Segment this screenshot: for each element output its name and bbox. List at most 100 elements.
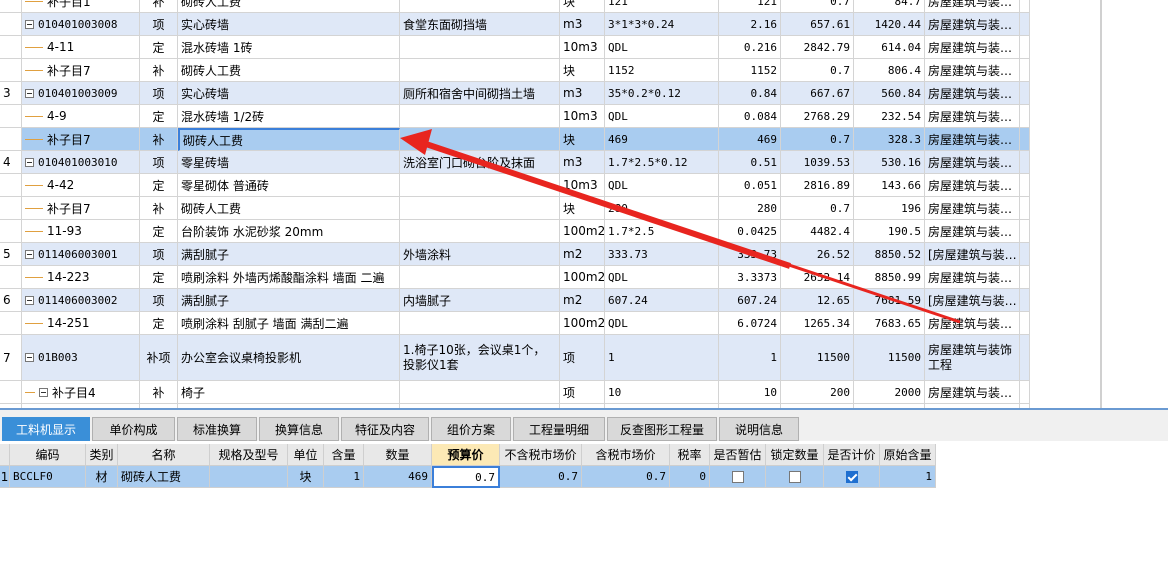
cell-spec[interactable]: 房屋建筑与装… [925, 151, 1020, 174]
cell-pad[interactable] [1020, 128, 1030, 151]
cell-qty[interactable]: 0.84 [719, 82, 781, 105]
tab-5[interactable]: 组价方案 [431, 417, 511, 441]
cell-feat[interactable] [400, 312, 560, 335]
quota-row[interactable]: 补子目7 补 砌砖人工费 块 280 280 0.7 196 房屋建筑与装… [0, 197, 1030, 220]
cell-pad[interactable] [1020, 197, 1030, 220]
bill-item-row[interactable]: 3 010401003009 项 实心砖墙 厕所和宿舍中间砌挡土墙 m3 35*0.2*0.… [0, 82, 1030, 105]
cell-spec[interactable]: 房屋建筑与装… [925, 13, 1020, 36]
cell-unit[interactable]: 10m3 [560, 36, 605, 59]
cell-code[interactable]: 补子目1 [22, 0, 140, 13]
collapse-toggle-icon[interactable] [25, 353, 34, 362]
cell-total[interactable]: 190.5 [854, 220, 925, 243]
cell-total[interactable]: 143.66 [854, 174, 925, 197]
cell-total[interactable]: 530.16 [854, 151, 925, 174]
cell-spec[interactable]: 房屋建筑与装… [925, 0, 1020, 13]
cell-spec[interactable]: 房屋建筑与装… [925, 312, 1020, 335]
cell-price[interactable]: 667.67 [781, 82, 854, 105]
cell-total[interactable]: 1420.44 [854, 13, 925, 36]
cell-kind[interactable]: 补 [140, 0, 178, 13]
cell-kind[interactable]: 补 [140, 59, 178, 82]
collapse-toggle-icon[interactable] [25, 249, 34, 259]
cell-code[interactable]: 010401003009 [22, 82, 140, 105]
header-10[interactable]: 税率 [670, 444, 710, 466]
header-14[interactable]: 原始含量 [880, 444, 936, 466]
cell-pad[interactable] [1020, 0, 1030, 13]
tab-0[interactable]: 工料机显示 [2, 417, 90, 441]
cell-total[interactable]: 7683.65 [854, 312, 925, 335]
header-11[interactable]: 是否暂估 [710, 444, 766, 466]
cell-feat[interactable]: 厕所和宿舍中间砌挡土墙 [400, 82, 560, 105]
bill-item-row[interactable]: 010401003008 项 实心砖墙 食堂东面砌挡墙 m3 3*1*3*0.24 2.16… [0, 13, 1030, 36]
cell-name[interactable]: 满刮腻子 [178, 243, 400, 266]
cell-price[interactable]: 200 [781, 381, 854, 404]
cell-qty[interactable]: 607.24 [719, 289, 781, 312]
cell-unit[interactable]: 10m3 [560, 174, 605, 197]
cell-pad[interactable] [1020, 174, 1030, 197]
cell-total[interactable]: 196 [854, 197, 925, 220]
cell-spec[interactable]: 房屋建筑与装饰工程 [925, 335, 1020, 381]
cell-qty[interactable]: 1152 [719, 59, 781, 82]
collapse-toggle-icon[interactable] [25, 157, 34, 167]
cell-price[interactable]: 2842.79 [781, 36, 854, 59]
tab-8[interactable]: 说明信息 [719, 417, 799, 441]
resource-category[interactable]: 材 [86, 466, 118, 488]
quota-row[interactable]: 4-42 定 零星砌体 普通砖 10m3 QDL 0.051 2816.89 143.66 房屋… [0, 174, 1030, 197]
cell-kind[interactable]: 项 [140, 243, 178, 266]
cell-feat[interactable]: 外墙涂料 [400, 243, 560, 266]
cell-spec[interactable]: 房屋建筑与装… [925, 128, 1020, 151]
cell-price[interactable]: 4482.4 [781, 220, 854, 243]
cell-code[interactable]: 补子目7 [22, 59, 140, 82]
cell-pad[interactable] [1020, 381, 1030, 404]
cell-price[interactable]: 11500 [781, 335, 854, 381]
resource-name[interactable]: 砌砖人工费 [118, 466, 210, 488]
resource-unit[interactable]: 块 [288, 466, 324, 488]
quota-row[interactable]: 4-9 定 混水砖墙 1/2砖 10m3 QDL 0.084 2768.29 232.54 房屋… [0, 105, 1030, 128]
market-price-ex-tax[interactable]: 0.7 [500, 466, 582, 488]
cell-name[interactable]: 零星砖墙 [178, 151, 400, 174]
cell-qty[interactable]: 0.51 [719, 151, 781, 174]
estimate-checkbox-cell[interactable] [710, 466, 766, 488]
cell-unit[interactable]: 项 [560, 335, 605, 381]
cell-spec[interactable]: 房屋建筑与装… [925, 381, 1020, 404]
cell-total[interactable]: 7681.59 [854, 289, 925, 312]
header-2[interactable]: 名称 [118, 444, 210, 466]
cell-expr[interactable]: 1 [605, 335, 719, 381]
cell-feat[interactable] [400, 266, 560, 289]
cell-kind[interactable]: 定 [140, 266, 178, 289]
cell-spec[interactable]: [房屋建筑与装… [925, 289, 1020, 312]
tab-6[interactable]: 工程量明细 [513, 417, 605, 441]
cell-pad[interactable] [1020, 105, 1030, 128]
cell-feat[interactable]: 食堂东面砌挡墙 [400, 13, 560, 36]
cell-spec[interactable]: 房屋建筑与装… [925, 220, 1020, 243]
header-8[interactable]: 不含税市场价 [500, 444, 582, 466]
cell-expr[interactable]: 35*0.2*0.12 [605, 82, 719, 105]
cell-qty[interactable]: 1 [719, 335, 781, 381]
cell-total[interactable]: 11500 [854, 335, 925, 381]
cell-unit[interactable]: 块 [560, 197, 605, 220]
cell-expr[interactable]: QDL [605, 36, 719, 59]
cell-feat[interactable] [400, 36, 560, 59]
cell-unit[interactable]: 100m2 [560, 220, 605, 243]
collapse-toggle-icon[interactable] [39, 387, 48, 397]
budget-price-input[interactable]: 0.7 [432, 466, 500, 488]
header-4[interactable]: 单位 [288, 444, 324, 466]
cell-expr[interactable]: 3*1*3*0.24 [605, 13, 719, 36]
cell-kind[interactable]: 项 [140, 151, 178, 174]
cell-name[interactable]: 砌砖人工费 [178, 0, 400, 13]
cell-total[interactable]: 2000 [854, 381, 925, 404]
cell-total[interactable]: 232.54 [854, 105, 925, 128]
cell-name[interactable]: 椅子 [178, 381, 400, 404]
cell-kind[interactable]: 项 [140, 82, 178, 105]
cell-qty[interactable]: 333.73 [719, 243, 781, 266]
cell-price[interactable]: 2816.89 [781, 174, 854, 197]
cell-feat[interactable]: 内墙腻子 [400, 289, 560, 312]
cell-expr[interactable]: QDL [605, 312, 719, 335]
cell-pad[interactable] [1020, 151, 1030, 174]
quota-row[interactable]: 14-223 定 喷刷涂料 外墙丙烯酸酯涂料 墙面 二遍 100m2 QDL 3.3373… [0, 266, 1030, 289]
cell-unit[interactable]: 块 [560, 0, 605, 13]
tab-2[interactable]: 标准换算 [177, 417, 257, 441]
collapse-toggle-icon[interactable] [25, 19, 34, 29]
cell-unit[interactable]: m2 [560, 289, 605, 312]
cell-pad[interactable] [1020, 312, 1030, 335]
cell-spec[interactable]: 房屋建筑与装… [925, 105, 1020, 128]
